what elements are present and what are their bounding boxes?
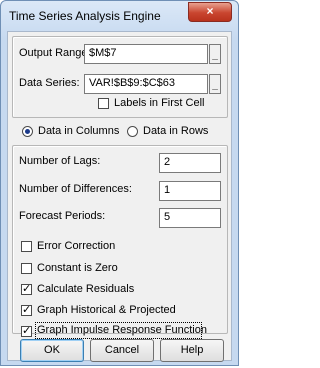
differences-input[interactable]: 1: [159, 181, 221, 201]
ok-button[interactable]: OK: [20, 339, 84, 362]
output-range-input[interactable]: $M$7: [84, 44, 208, 64]
cancel-button[interactable]: Cancel: [90, 339, 154, 362]
window-title: Time Series Analysis Engine: [9, 9, 161, 23]
check-icon: ✓: [22, 325, 32, 337]
output-range-browse-button[interactable]: _: [209, 44, 221, 64]
data-series-input[interactable]: VAR!$B$9:$C$63: [84, 74, 208, 94]
forecast-periods-label: Forecast Periods:: [19, 210, 106, 222]
graph-impulse-checkbox[interactable]: ✓: [21, 326, 32, 337]
browse-icon: _: [212, 50, 218, 61]
error-correction-checkbox[interactable]: [21, 241, 32, 252]
labels-first-cell-label[interactable]: Labels in First Cell: [114, 97, 204, 109]
data-in-columns-label[interactable]: Data in Columns: [38, 125, 119, 137]
data-series-label: Data Series:: [19, 77, 80, 89]
calculate-residuals-checkbox[interactable]: ✓: [21, 284, 32, 295]
differences-label: Number of Differences:: [19, 183, 132, 195]
help-button[interactable]: Help: [160, 339, 224, 362]
check-icon: ✓: [22, 304, 32, 316]
dialog-window: Time Series Analysis Engine × Output Ran…: [0, 0, 239, 366]
constant-zero-checkbox[interactable]: [21, 263, 32, 274]
graph-historical-label[interactable]: Graph Historical & Projected: [37, 304, 176, 316]
browse-icon: _: [212, 80, 218, 91]
lags-label: Number of Lags:: [19, 155, 101, 167]
title-bar[interactable]: Time Series Analysis Engine ×: [1, 1, 238, 31]
parameters-group: Number of Lags: 2 Number of Differences:…: [12, 145, 228, 339]
data-in-rows-label[interactable]: Data in Rows: [143, 125, 208, 137]
check-icon: ✓: [22, 283, 32, 295]
calculate-residuals-label[interactable]: Calculate Residuals: [37, 283, 134, 295]
radio-selected-dot: [25, 129, 30, 134]
lags-input[interactable]: 2: [159, 153, 221, 173]
constant-zero-label[interactable]: Constant is Zero: [37, 262, 118, 274]
error-correction-label[interactable]: Error Correction: [37, 240, 115, 252]
close-button[interactable]: ×: [188, 2, 232, 22]
graph-impulse-label[interactable]: Graph Impulse Response Function: [37, 324, 207, 336]
data-in-columns-radio[interactable]: [22, 126, 33, 137]
close-icon: ×: [206, 4, 214, 18]
dialog-body: Output Range: $M$7 _ Data Series: VAR!$B…: [7, 31, 232, 362]
labels-first-cell-checkbox[interactable]: [98, 98, 109, 109]
output-range-label: Output Range:: [19, 47, 91, 59]
range-group: Output Range: $M$7 _ Data Series: VAR!$B…: [12, 36, 228, 118]
data-in-rows-radio[interactable]: [127, 126, 138, 137]
data-series-browse-button[interactable]: _: [209, 74, 221, 94]
forecast-periods-input[interactable]: 5: [159, 208, 221, 228]
graph-historical-checkbox[interactable]: ✓: [21, 305, 32, 316]
